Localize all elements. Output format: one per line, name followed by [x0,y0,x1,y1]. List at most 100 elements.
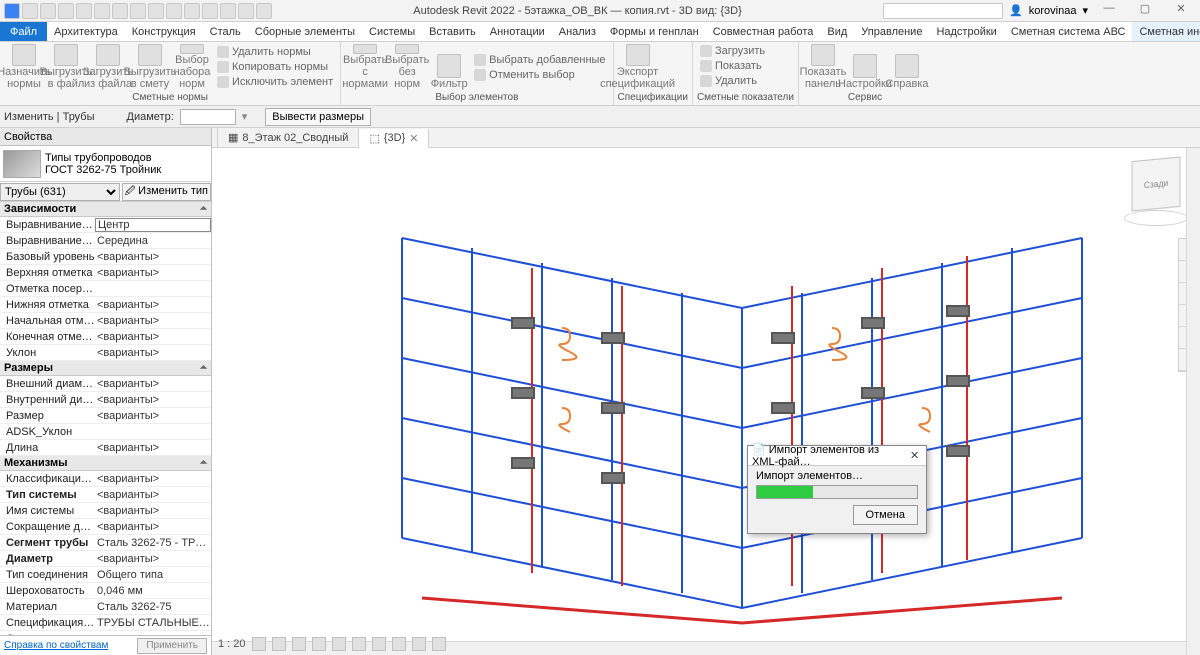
property-row[interactable]: Внешний диаметр<варианты> [0,376,211,392]
property-value[interactable]: <варианты> [95,521,211,533]
property-value[interactable]: <варианты> [95,553,211,565]
property-row[interactable]: Выравнивание по верти…Середина [0,233,211,249]
property-row[interactable]: МатериалСталь 3262-75 [0,599,211,615]
qat-btn[interactable] [22,3,38,19]
property-row[interactable]: Верхняя отметка<варианты> [0,265,211,281]
select-without-norms-button[interactable]: Выбрать без норм [387,44,427,90]
tab-massing[interactable]: Формы и генплан [603,22,706,41]
property-row[interactable]: Отметка посередине [0,281,211,297]
property-value[interactable]: <варианты> [95,394,211,406]
delete-norms-button[interactable]: Удалить нормы [214,45,336,59]
vertical-scrollbar[interactable] [1186,148,1200,655]
property-category[interactable]: Размеры [0,361,211,376]
property-value[interactable]: <варианты> [95,251,211,263]
tab-addins[interactable]: Надстройки [929,22,1003,41]
qat-btn[interactable] [40,3,56,19]
vc-icon[interactable] [272,637,286,651]
property-row[interactable]: Тип соединенияОбщего типа [0,567,211,583]
output-dims-button[interactable]: Вывести размеры [265,108,371,126]
property-row[interactable]: Имя системы<варианты> [0,503,211,519]
select-normset-button[interactable]: Выбор набора норм [172,44,212,90]
close-button[interactable]: ✕ [1166,2,1196,20]
qat-btn[interactable] [256,3,272,19]
tab-smeta[interactable]: Сметная информация [1132,22,1200,41]
help-button[interactable]: Справка [887,44,927,90]
property-row[interactable]: Сегмент трубыСталь 3262-75 - ТРУБЫ С… [0,535,211,551]
qat-btn[interactable] [202,3,218,19]
deselect-button[interactable]: Отменить выбор [471,68,608,82]
property-value[interactable]: Сталь 3262-75 [95,601,211,613]
property-row[interactable]: Начальная отметка пос…<варианты> [0,313,211,329]
import-file-button[interactable]: Загрузить из файла [88,44,128,90]
diameter-input[interactable] [180,109,236,125]
copy-norms-button[interactable]: Копировать нормы [214,60,336,74]
show-button[interactable]: Показать [697,59,794,73]
property-value[interactable]: Центр [95,218,211,232]
property-value[interactable]: Общего типа [95,569,211,581]
tab-systems[interactable]: Системы [362,22,422,41]
help-icon[interactable]: ▾ [1082,4,1088,17]
vc-icon[interactable] [312,637,326,651]
vc-icon[interactable] [432,637,446,651]
export-estimate-button[interactable]: Выгрузить в смету [130,44,170,90]
file-tab[interactable]: Файл [0,22,47,41]
vc-icon[interactable] [252,637,266,651]
property-row[interactable]: Классификация систем<варианты> [0,471,211,487]
property-category[interactable]: Зависимости [0,202,211,217]
property-row[interactable]: Размер<варианты> [0,408,211,424]
property-row[interactable]: ADSK_Уклон [0,424,211,440]
property-value[interactable]: Середина [95,235,211,247]
property-value[interactable]: <варианты> [95,410,211,422]
select-added-button[interactable]: Выбрать добавленные [471,53,608,67]
tab-analyze[interactable]: Анализ [552,22,603,41]
category-selector[interactable]: Трубы (631) [0,183,120,201]
tab-collab[interactable]: Совместная работа [706,22,821,41]
property-value[interactable]: <варианты> [95,299,211,311]
minimize-button[interactable]: — [1094,2,1124,20]
dialog-close-button[interactable]: ✕ [907,449,922,462]
view-cube[interactable]: Сзади [1132,157,1181,212]
property-row[interactable]: Длина<варианты> [0,440,211,456]
property-row[interactable]: Конечная отметка посе…<варианты> [0,329,211,345]
type-selector[interactable]: Типы трубопроводовГОСТ 3262-75 Тройник [0,146,211,182]
vc-icon[interactable] [332,637,346,651]
property-value[interactable]: <варианты> [95,442,211,454]
props-help-link[interactable]: Справка по свойствам [4,640,108,651]
property-value[interactable]: 0,046 мм [95,585,211,597]
close-icon[interactable]: ✕ [409,132,418,145]
tab-view[interactable]: Вид [820,22,854,41]
qat-btn[interactable] [76,3,92,19]
filter-button[interactable]: Фильтр [429,44,469,90]
vc-icon[interactable] [412,637,426,651]
scale-label[interactable]: 1 : 20 [218,638,246,650]
property-grid[interactable]: ЗависимостиВыравнивание по гориз…ЦентрВы… [0,202,211,635]
qat-btn[interactable] [166,3,182,19]
property-value[interactable]: <варианты> [95,267,211,279]
tab-struct[interactable]: Конструкция [125,22,203,41]
property-row[interactable]: Выравнивание по гориз…Центр [0,217,211,233]
select-with-norms-button[interactable]: Выбрать с нормами [345,44,385,90]
tab-abc[interactable]: Сметная система АВС [1004,22,1133,41]
qat-btn[interactable] [184,3,200,19]
tab-steel[interactable]: Сталь [203,22,248,41]
property-row[interactable]: Внутренний диаметр<варианты> [0,392,211,408]
property-value[interactable]: <варианты> [95,489,211,501]
property-row[interactable]: Шероховатость0,046 мм [0,583,211,599]
tab-annot[interactable]: Аннотации [483,22,552,41]
tab-arch[interactable]: Архитектура [47,22,125,41]
tab-insert[interactable]: Вставить [422,22,483,41]
export-spec-button[interactable]: Экспорт спецификаций [618,44,658,90]
qat-btn[interactable] [148,3,164,19]
show-panel-button[interactable]: Показать панель [803,44,843,90]
cancel-button[interactable]: Отмена [853,505,918,525]
view-tab[interactable]: ▦8_Этаж 02_Сводный [218,128,359,147]
property-value[interactable]: <варианты> [95,378,211,390]
property-value[interactable]: <варианты> [95,331,211,343]
property-row[interactable]: Диаметр<варианты> [0,551,211,567]
search-input[interactable] [883,3,1003,19]
property-row[interactable]: Нижняя отметка<варианты> [0,297,211,313]
qat-btn[interactable] [112,3,128,19]
assign-norms-button[interactable]: Назначить нормы [4,44,44,90]
property-row[interactable]: Сокращение для систе…<варианты> [0,519,211,535]
settings-button[interactable]: Настройки [845,44,885,90]
